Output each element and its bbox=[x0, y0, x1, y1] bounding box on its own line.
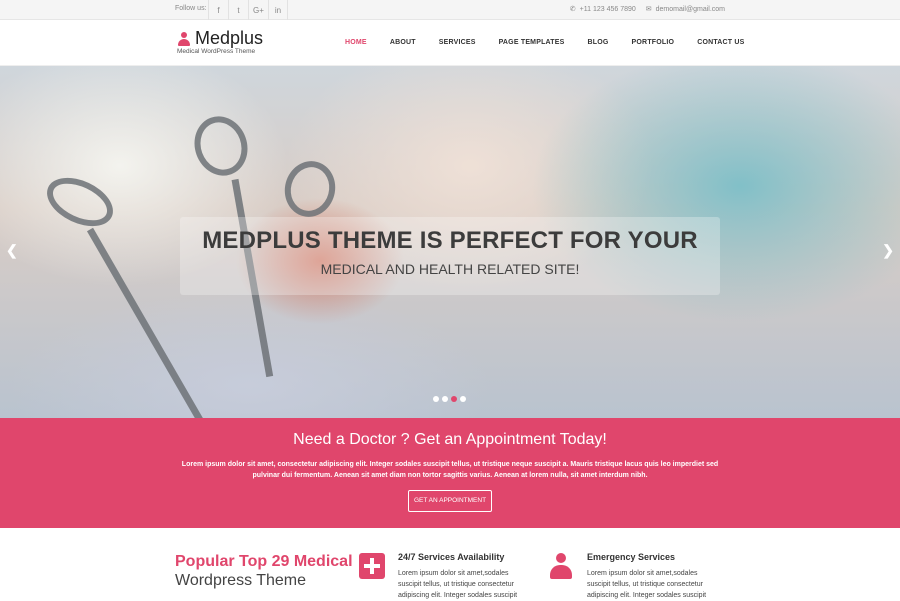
nav-item-services[interactable]: SERVICES bbox=[439, 39, 476, 46]
surgical-clamp-ring bbox=[186, 108, 256, 184]
get-appointment-button[interactable]: GET AN APPOINTMENT bbox=[408, 490, 492, 512]
feature-description: Lorem ipsum dolor sit amet,sodales susci… bbox=[398, 570, 518, 599]
surgical-clamp-ring bbox=[278, 155, 342, 223]
chevron-left-icon[interactable]: ❮ bbox=[6, 242, 18, 259]
features-title-highlight: Popular Top 29 Medical bbox=[175, 553, 353, 570]
slider-dot[interactable] bbox=[433, 396, 439, 402]
appointment-section: Need a Doctor ? Get an Appointment Today… bbox=[0, 418, 900, 528]
nav-item-portfolio[interactable]: PORTFOLIO bbox=[632, 39, 675, 46]
phone-number: +11 123 456 7890 bbox=[579, 6, 636, 13]
nav-item-blog[interactable]: BLOG bbox=[588, 39, 609, 46]
doctor-logo-icon bbox=[177, 32, 191, 46]
slider-dot[interactable] bbox=[460, 396, 466, 402]
facebook-icon[interactable]: f bbox=[208, 0, 228, 20]
hero-caption: MEDPLUS THEME IS PERFECT FOR YOUR MEDICA… bbox=[180, 217, 720, 295]
feature-name: 24/7 Services Availability bbox=[398, 552, 505, 562]
nav-item-contact-us[interactable]: CONTACT US bbox=[697, 39, 744, 46]
email-address[interactable]: demomail@gmail.com bbox=[656, 6, 725, 13]
slider-dot[interactable] bbox=[442, 396, 448, 402]
social-links: f t G+ in bbox=[208, 0, 288, 20]
slider-dot-active[interactable] bbox=[451, 396, 457, 402]
appointment-title: Need a Doctor ? Get an Appointment Today… bbox=[293, 431, 607, 448]
google-plus-icon[interactable]: G+ bbox=[248, 0, 268, 20]
features-title-rest: Wordpress Theme bbox=[175, 572, 307, 589]
nav-item-about[interactable]: ABOUT bbox=[390, 39, 416, 46]
main-nav: HOME ABOUT SERVICES PAGE TEMPLATES BLOG … bbox=[345, 39, 768, 46]
brand-name: Medplus bbox=[195, 28, 264, 48]
hero-title: MEDPLUS THEME IS PERFECT FOR YOUR bbox=[202, 227, 698, 254]
medical-cross-icon bbox=[359, 553, 385, 579]
email-item[interactable]: ✉ demomail@gmail.com bbox=[646, 5, 725, 13]
envelope-icon: ✉ bbox=[645, 6, 652, 13]
contact-info: ✆ +11 123 456 7890 ✉ demomail@gmail.com bbox=[570, 5, 725, 13]
surgical-clamp-ring bbox=[39, 168, 121, 236]
doctor-icon bbox=[548, 553, 574, 579]
hero-slider: MEDPLUS THEME IS PERFECT FOR YOUR MEDICA… bbox=[0, 66, 900, 418]
phone-item: ✆ +11 123 456 7890 bbox=[570, 5, 636, 13]
features-heading: Popular Top 29 Medical Wordpress Theme bbox=[175, 553, 353, 590]
hero-subtitle: MEDICAL AND HEALTH RELATED SITE! bbox=[320, 261, 580, 277]
slider-dots bbox=[433, 396, 466, 402]
top-bar: Follow us: f t G+ in ✆ +11 123 456 7890 ✉… bbox=[0, 0, 900, 20]
site-header: Medplus Medical WordPress Theme HOME ABO… bbox=[0, 20, 900, 66]
feature-description: Lorem ipsum dolor sit amet,sodales susci… bbox=[587, 570, 707, 599]
appointment-text: Lorem ipsum dolor sit amet, consectetur … bbox=[181, 461, 719, 479]
brand-tagline: Medical WordPress Theme bbox=[177, 48, 256, 55]
nav-item-page-templates[interactable]: PAGE TEMPLATES bbox=[499, 39, 565, 46]
feature-name: Emergency Services bbox=[587, 552, 676, 562]
twitter-icon[interactable]: t bbox=[228, 0, 248, 20]
nav-item-home[interactable]: HOME bbox=[345, 39, 367, 46]
follow-us-label: Follow us: bbox=[175, 5, 207, 12]
phone-icon: ✆ bbox=[569, 6, 576, 13]
chevron-right-icon[interactable]: ❯ bbox=[882, 242, 894, 259]
linkedin-icon[interactable]: in bbox=[268, 0, 288, 20]
